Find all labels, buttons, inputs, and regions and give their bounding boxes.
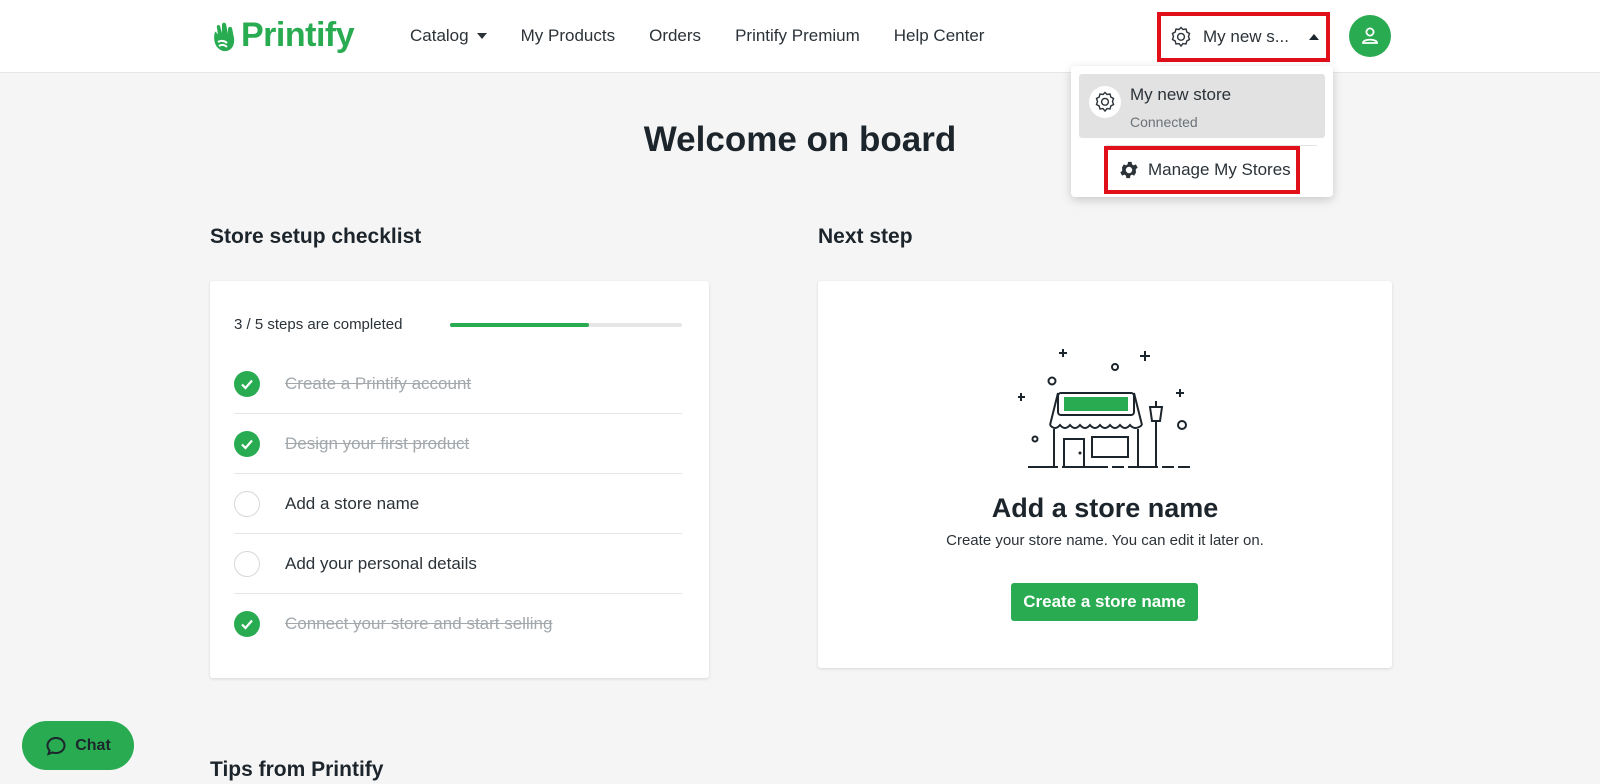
- check-icon: [234, 370, 260, 397]
- checklist-step[interactable]: Create a Printify account: [234, 354, 682, 414]
- nav-my-products[interactable]: My Products: [521, 26, 615, 46]
- main-nav: Catalog My Products Orders Printify Prem…: [410, 0, 984, 72]
- progress-bar: [450, 323, 682, 327]
- store-selector-label: My new s...: [1203, 27, 1289, 46]
- store-gear-icon: [1095, 91, 1115, 113]
- nav-catalog-label: Catalog: [410, 26, 469, 45]
- chat-button[interactable]: Chat: [22, 721, 134, 770]
- page-title: Welcome on board: [643, 120, 957, 159]
- nav-help-center[interactable]: Help Center: [894, 26, 985, 46]
- progress-bar-fill: [450, 323, 590, 327]
- empty-circle-icon: [234, 550, 260, 577]
- chat-bubble-icon: [46, 736, 66, 756]
- checklist-step[interactable]: Add a store name: [234, 474, 682, 534]
- settings-gear-icon: [1120, 161, 1138, 179]
- step-label: Create a Printify account: [285, 373, 472, 393]
- progress-text: 3 / 5 steps are completed: [234, 316, 403, 333]
- empty-circle-icon: [234, 490, 260, 517]
- user-avatar-button[interactable]: [1349, 15, 1391, 57]
- chevron-down-icon: [476, 33, 487, 39]
- next-step-section-title: Next step: [818, 225, 913, 248]
- nav-orders[interactable]: Orders: [649, 26, 701, 46]
- check-icon: [234, 611, 260, 637]
- checklist-step[interactable]: Add your personal details: [234, 534, 682, 594]
- next-step-card: Add a store name Create your store name.…: [818, 281, 1392, 668]
- manage-my-stores-label: Manage My Stores: [1148, 160, 1291, 179]
- nav-printify-premium[interactable]: Printify Premium: [735, 26, 860, 46]
- dropdown-store-name: My new store: [1130, 85, 1232, 104]
- storefront-illustration-icon: [1018, 349, 1190, 468]
- chevron-up-icon: [1309, 34, 1319, 40]
- logo-hand-icon: [214, 22, 235, 51]
- top-header: Printify Catalog My Products Orders Prin…: [0, 0, 1600, 73]
- printify-logo[interactable]: Printify: [209, 16, 355, 55]
- checklist-step[interactable]: Design your first product: [234, 414, 682, 474]
- next-step-heading: Add a store name: [991, 493, 1219, 523]
- next-step-subtext: Create your store name. You can edit it …: [946, 532, 1264, 549]
- tips-section-title: Tips from Printify: [210, 758, 384, 781]
- check-icon: [234, 430, 260, 457]
- step-label: Connect your store and start selling: [285, 614, 553, 633]
- create-store-name-button[interactable]: Create a store name: [1011, 583, 1198, 621]
- nav-catalog[interactable]: Catalog: [410, 26, 487, 46]
- store-selector-button[interactable]: My new s...: [1157, 12, 1330, 62]
- logo-text: Printify: [241, 16, 355, 54]
- step-label: Add your personal details: [285, 553, 477, 573]
- store-avatar: [1089, 86, 1121, 118]
- checklist-section-title: Store setup checklist: [210, 225, 422, 248]
- checklist-card: 3 / 5 steps are completed Create a Print…: [210, 281, 709, 678]
- step-label: Design your first product: [285, 433, 470, 453]
- chat-label: Chat: [75, 736, 111, 754]
- step-label: Add a store name: [285, 493, 420, 513]
- checklist-step[interactable]: Connect your store and start selling: [234, 594, 682, 654]
- user-icon: [1362, 27, 1378, 44]
- store-gear-icon: [1171, 26, 1191, 48]
